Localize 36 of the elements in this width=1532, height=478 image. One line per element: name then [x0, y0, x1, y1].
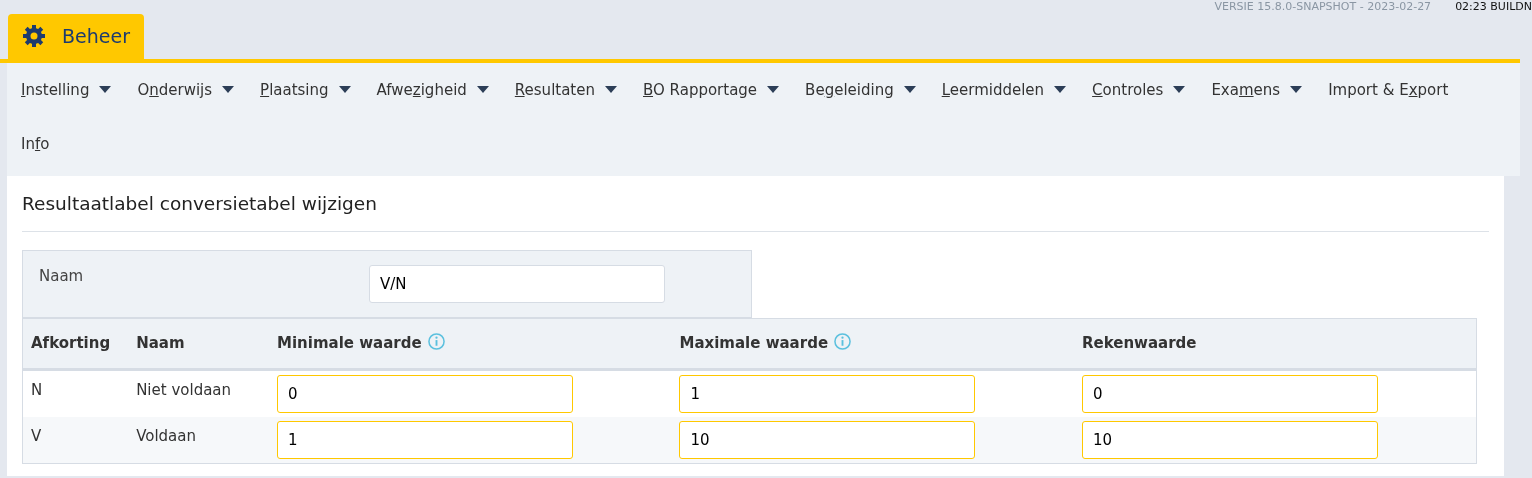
name-input[interactable]: V/N	[369, 265, 665, 304]
menu-item[interactable]: Import & Export	[1328, 62, 1475, 117]
value-input[interactable]: 10	[679, 420, 976, 459]
table-cell: Niet voldaan	[128, 369, 269, 417]
menu-item[interactable]: Info	[21, 117, 76, 172]
menu-item[interactable]: Resultaten	[514, 62, 643, 117]
table-cell: N	[22, 369, 129, 417]
value-input[interactable]: 0	[277, 374, 573, 413]
menu-item[interactable]: Onderwijs	[137, 62, 261, 117]
menu-item[interactable]: BO Rapportage	[643, 62, 806, 117]
table-cell: Voldaan	[128, 416, 269, 464]
value-input[interactable]: 10	[1081, 420, 1378, 459]
page-title: Resultaatlabel conversietabel wijzigen	[22, 189, 1489, 233]
column-header: Afkorting	[22, 318, 129, 370]
column-header: Naam	[128, 318, 269, 370]
menu-item[interactable]: Afwezigheid	[376, 62, 515, 117]
field-label: Naam	[39, 266, 85, 288]
column-header: Maximale waarde	[671, 318, 1074, 370]
menu-item[interactable]: Controles	[1092, 62, 1212, 117]
value-input[interactable]: 1	[679, 374, 976, 413]
menu-item[interactable]: Examens	[1211, 62, 1329, 117]
menu-item[interactable]: Begeleiding	[805, 62, 942, 117]
value-input[interactable]: 0	[1081, 374, 1378, 413]
tab[interactable]: Beheer	[8, 14, 144, 59]
table-cell: V	[22, 416, 129, 464]
gear-icon	[22, 24, 46, 49]
menu-item[interactable]: Leermiddelen	[941, 62, 1093, 117]
menu-item[interactable]: Instelling	[21, 62, 138, 117]
column-header: Minimale waarde	[269, 318, 672, 370]
menu-item[interactable]: Plaatsing	[260, 62, 377, 117]
version-text: VERSIE 15.8.0-SNAPSHOT - 2023-02-27	[1214, 0, 1432, 14]
value-input[interactable]: 1	[277, 420, 573, 459]
info-icon[interactable]	[427, 333, 445, 351]
column-header: Rekenwaarde	[1073, 318, 1477, 370]
build-text: 02:23 BUILDN	[1455, 0, 1532, 14]
info-icon[interactable]	[834, 333, 852, 351]
